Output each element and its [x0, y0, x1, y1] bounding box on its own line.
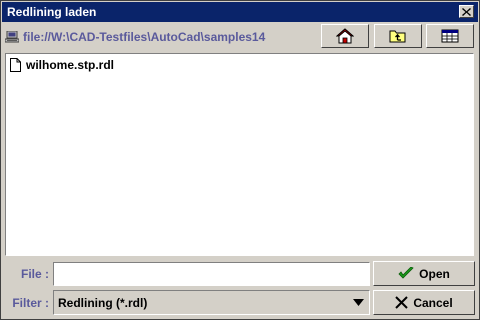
home-icon — [336, 28, 354, 44]
cancel-x-icon — [395, 296, 409, 309]
up-folder-icon — [389, 30, 406, 43]
details-view-icon — [441, 29, 459, 43]
close-button[interactable] — [459, 5, 474, 18]
chevron-down-icon — [353, 299, 364, 306]
title-bar: Redlining laden — [2, 2, 478, 22]
file-label: File : — [20, 267, 49, 281]
home-button[interactable] — [321, 24, 369, 48]
filter-select[interactable]: Redlining (*.rdl) — [53, 290, 370, 315]
list-item[interactable]: wilhome.stp.rdl — [10, 57, 114, 73]
filter-selected-value: Redlining (*.rdl) — [58, 295, 148, 310]
computer-icon — [5, 31, 19, 43]
file-list[interactable]: wilhome.stp.rdl — [5, 53, 474, 256]
file-name: wilhome.stp.rdl — [26, 58, 115, 72]
up-folder-button[interactable] — [374, 24, 422, 48]
cancel-button[interactable]: Cancel — [373, 290, 475, 315]
open-redlining-dialog: Redlining laden file://W:\CAD-Testfiles\… — [0, 0, 480, 320]
document-icon — [10, 58, 21, 72]
window-title: Redlining laden — [7, 5, 97, 19]
filter-label: Filter : — [12, 296, 49, 310]
close-icon — [462, 7, 471, 16]
checkmark-icon — [398, 266, 414, 279]
current-path: file://W:\CAD-Testfiles\AutoCad\samples1… — [23, 30, 266, 44]
file-name-input[interactable] — [53, 262, 370, 286]
cancel-button-label: Cancel — [413, 295, 453, 310]
details-view-button[interactable] — [426, 24, 474, 48]
open-button-label: Open — [419, 266, 450, 281]
open-button[interactable]: Open — [373, 261, 475, 286]
